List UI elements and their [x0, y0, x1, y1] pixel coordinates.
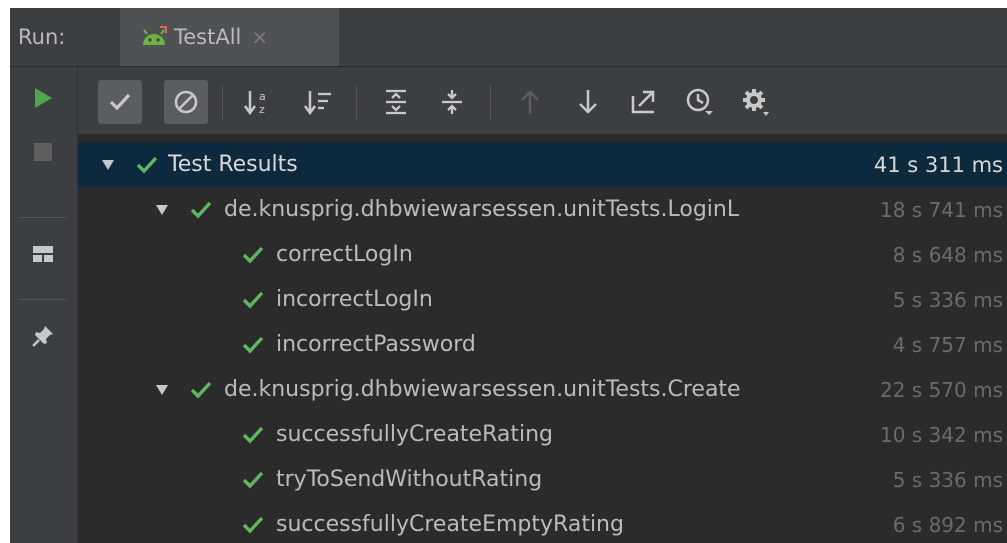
check-icon [242, 336, 264, 353]
check-icon [242, 291, 264, 308]
expand-all-button[interactable] [374, 80, 418, 124]
check-icon [242, 246, 264, 263]
tree-row-test[interactable]: successfullyCreateEmptyRating 6 s 892 ms [78, 502, 1007, 543]
duration: 8 s 648 ms [892, 242, 1003, 267]
stop-button[interactable] [24, 133, 62, 171]
tree-label: incorrectPassword [276, 332, 476, 357]
sort-alphabetically-icon: a z [243, 90, 266, 116]
sort-alphabetically-button[interactable]: a z [236, 80, 280, 124]
tree-label: de.knusprig.dhbwiewarsessen.unitTests.Cr… [224, 377, 741, 402]
export-button[interactable] [622, 80, 666, 124]
tree-row-test[interactable]: tryToSendWithoutRating 5 s 336 ms [78, 457, 1007, 502]
svg-text:a: a [259, 90, 266, 103]
duration: 4 s 757 ms [892, 332, 1003, 357]
android-test-icon [143, 26, 167, 45]
play-icon [35, 88, 52, 108]
run-tab-bar: Run: TestAll × [10, 8, 1007, 67]
sort-by-duration-button[interactable] [296, 80, 340, 124]
chevron-down-icon[interactable] [154, 202, 170, 218]
tree-label: Test Results [168, 152, 298, 177]
next-failed-button[interactable] [566, 80, 610, 124]
export-icon [631, 90, 655, 114]
arrow-up-icon [521, 90, 539, 114]
previous-failed-button[interactable] [508, 80, 552, 124]
tree-label: successfullyCreateEmptyRating [276, 512, 624, 537]
separator [356, 85, 357, 121]
pin-icon [32, 326, 53, 347]
check-icon [242, 426, 264, 443]
history-button[interactable] [678, 80, 722, 124]
tab-label: TestAll [174, 25, 242, 49]
show-ignored-button[interactable] [164, 80, 208, 124]
tree-label: correctLogIn [276, 242, 413, 267]
sort-by-duration-icon [303, 91, 331, 116]
run-label: Run: [18, 25, 66, 49]
tree-row-suite[interactable]: de.knusprig.dhbwiewarsessen.unitTests.Cr… [78, 367, 1007, 412]
pin-button[interactable] [24, 317, 62, 355]
tree-label: successfullyCreateRating [276, 422, 554, 447]
separator [20, 217, 67, 218]
tree-row-test[interactable]: successfullyCreateRating 10 s 342 ms [78, 412, 1007, 457]
tree-row-test[interactable]: correctLogIn 8 s 648 ms [78, 232, 1007, 277]
chevron-down-icon[interactable] [154, 382, 170, 398]
separator [222, 85, 223, 121]
side-toolbar [10, 67, 78, 543]
duration: 5 s 336 ms [892, 287, 1003, 312]
tree-label: de.knusprig.dhbwiewarsessen.unitTests.Lo… [224, 197, 740, 222]
check-icon [242, 516, 264, 533]
chevron-down-icon[interactable] [100, 157, 116, 173]
duration: 41 s 311 ms [873, 152, 1003, 177]
svg-text:z: z [259, 103, 265, 116]
gear-icon [743, 89, 769, 116]
collapse-all-button[interactable] [430, 80, 474, 124]
layout-icon [33, 246, 53, 262]
check-icon [136, 156, 158, 173]
tree-row-test[interactable]: incorrectPassword 4 s 757 ms [78, 322, 1007, 367]
tree-row-test[interactable]: incorrectLogIn 5 s 336 ms [78, 277, 1007, 322]
tab-testall[interactable]: TestAll × [120, 8, 339, 66]
expand-all-icon [386, 89, 406, 115]
tab-close-button[interactable]: × [251, 25, 268, 49]
arrow-down-icon [579, 90, 597, 114]
test-results-tree: Test Results 41 s 311 ms de.knusprig.dhb… [78, 134, 1007, 543]
duration: 5 s 336 ms [892, 467, 1003, 492]
show-passed-button[interactable] [98, 80, 142, 124]
layout-button[interactable] [24, 235, 62, 273]
rerun-button[interactable] [24, 79, 62, 117]
check-icon [109, 93, 131, 111]
check-icon [190, 201, 212, 218]
test-toolbar: a z [78, 67, 1007, 134]
ignored-icon [174, 90, 198, 114]
duration: 22 s 570 ms [879, 377, 1003, 402]
settings-button[interactable] [734, 80, 778, 124]
stop-icon [34, 143, 52, 161]
tree-row-test-results[interactable]: Test Results 41 s 311 ms [78, 142, 1007, 187]
collapse-all-icon [442, 90, 462, 114]
history-icon [686, 88, 713, 115]
tree-label: tryToSendWithoutRating [276, 467, 543, 492]
check-icon [190, 381, 212, 398]
run-tool-window: Run: TestAll × a z Test Results 41 s 311… [10, 8, 1007, 543]
tree-label: incorrectLogIn [276, 287, 433, 312]
separator [490, 85, 491, 121]
separator [20, 299, 67, 300]
duration: 18 s 741 ms [879, 197, 1003, 222]
duration: 10 s 342 ms [879, 422, 1003, 447]
tree-row-suite[interactable]: de.knusprig.dhbwiewarsessen.unitTests.Lo… [78, 187, 1007, 232]
duration: 6 s 892 ms [892, 512, 1003, 537]
check-icon [242, 471, 264, 488]
